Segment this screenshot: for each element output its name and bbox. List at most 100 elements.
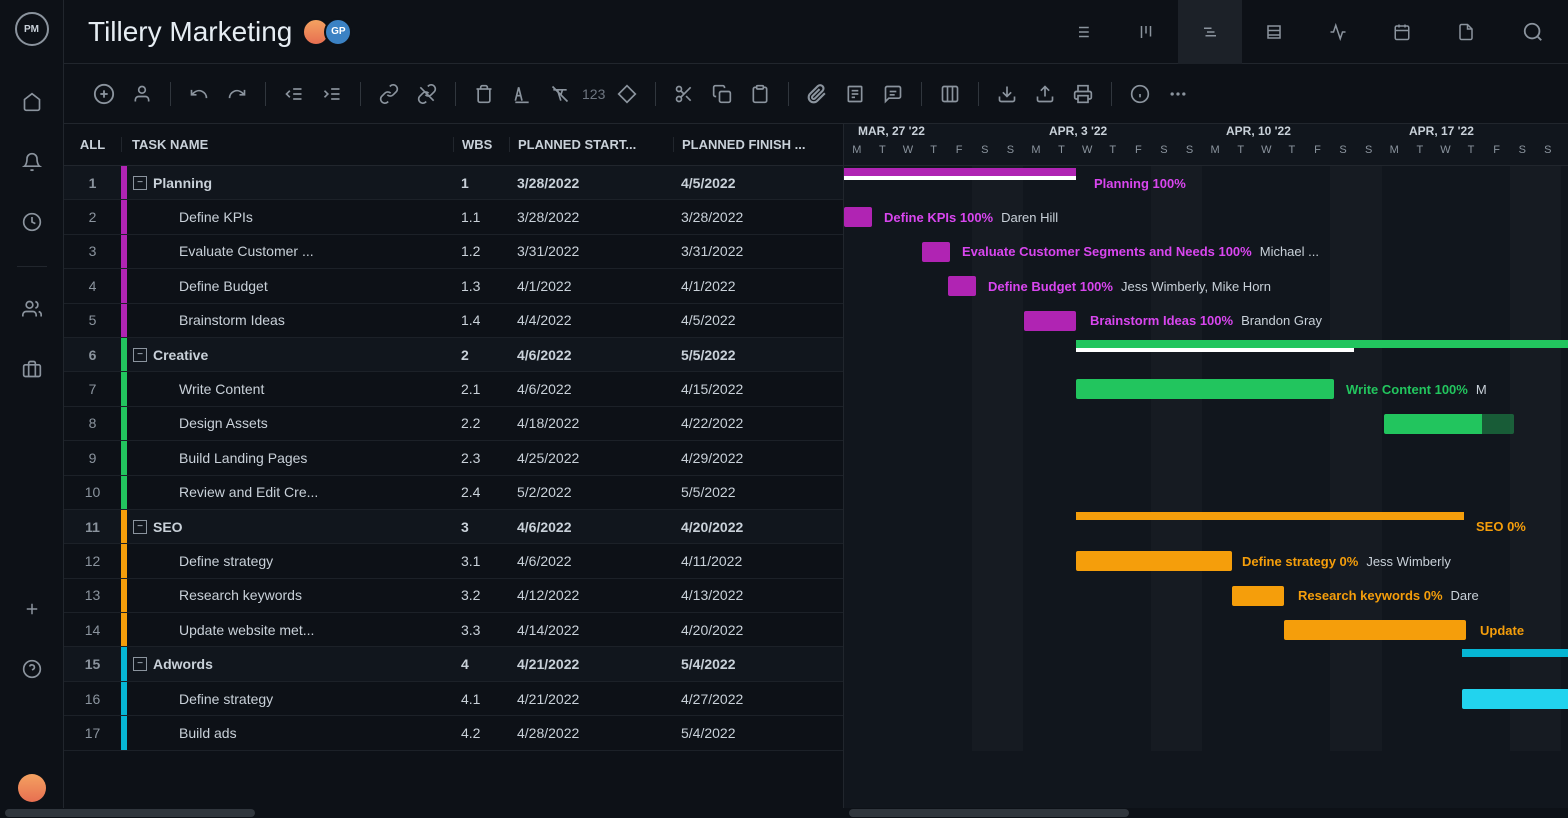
wbs-cell[interactable]: 4 <box>453 656 509 672</box>
sheet-view-tab[interactable] <box>1242 0 1306 64</box>
task-name-cell[interactable]: Brainstorm Ideas <box>127 312 453 328</box>
wbs-cell[interactable]: 3 <box>453 519 509 535</box>
wbs-cell[interactable]: 1.1 <box>453 209 509 225</box>
start-cell[interactable]: 4/1/2022 <box>509 278 673 294</box>
cut-button[interactable] <box>668 78 700 110</box>
redo-button[interactable] <box>221 78 253 110</box>
task-bar[interactable] <box>1024 311 1076 331</box>
comment-button[interactable] <box>877 78 909 110</box>
wbs-cell[interactable]: 2.3 <box>453 450 509 466</box>
add-icon[interactable] <box>12 589 52 629</box>
start-cell[interactable]: 4/4/2022 <box>509 312 673 328</box>
home-icon[interactable] <box>12 82 52 122</box>
export-button[interactable] <box>1029 78 1061 110</box>
file-view-tab[interactable] <box>1434 0 1498 64</box>
user-avatar[interactable] <box>18 774 46 802</box>
collapse-icon[interactable]: − <box>133 348 147 362</box>
assign-button[interactable] <box>126 78 158 110</box>
start-cell[interactable]: 4/21/2022 <box>509 656 673 672</box>
text-format-button[interactable] <box>506 78 538 110</box>
task-bar[interactable] <box>1076 551 1232 571</box>
gantt-row[interactable]: Brainstorm Ideas 100%Brandon Gray <box>844 304 1568 338</box>
indent-button[interactable] <box>316 78 348 110</box>
gantt-chart[interactable]: MTWTFSSMTWTFSSMTWTFSSMTWTFSS MAR, 27 '22… <box>844 124 1568 818</box>
list-view-tab[interactable] <box>1050 0 1114 64</box>
finish-cell[interactable]: 4/15/2022 <box>673 381 843 397</box>
gantt-row[interactable]: Define Budget 100%Jess Wimberly, Mike Ho… <box>844 269 1568 303</box>
link-button[interactable] <box>373 78 405 110</box>
calendar-view-tab[interactable] <box>1370 0 1434 64</box>
attachment-button[interactable] <box>801 78 833 110</box>
finish-cell[interactable]: 4/5/2022 <box>673 175 843 191</box>
notifications-icon[interactable] <box>12 142 52 182</box>
finish-cell[interactable]: 5/5/2022 <box>673 347 843 363</box>
task-row[interactable]: 10 Review and Edit Cre... 2.4 5/2/2022 5… <box>64 476 843 510</box>
start-cell[interactable]: 3/28/2022 <box>509 175 673 191</box>
delete-button[interactable] <box>468 78 500 110</box>
column-all[interactable]: ALL <box>64 137 121 152</box>
collapse-icon[interactable]: − <box>133 176 147 190</box>
import-button[interactable] <box>991 78 1023 110</box>
recent-icon[interactable] <box>12 202 52 242</box>
task-row[interactable]: 12 Define strategy 3.1 4/6/2022 4/11/202… <box>64 544 843 578</box>
start-cell[interactable]: 4/25/2022 <box>509 450 673 466</box>
start-cell[interactable]: 5/2/2022 <box>509 484 673 500</box>
start-cell[interactable]: 4/6/2022 <box>509 381 673 397</box>
gantt-row[interactable]: Define KPIs 100%Daren Hill <box>844 200 1568 234</box>
add-task-button[interactable] <box>88 78 120 110</box>
task-row[interactable]: 16 Define strategy 4.1 4/21/2022 4/27/20… <box>64 682 843 716</box>
task-row[interactable]: 2 Define KPIs 1.1 3/28/2022 3/28/2022 <box>64 200 843 234</box>
column-wbs[interactable]: WBS <box>453 137 509 152</box>
wbs-cell[interactable]: 1.3 <box>453 278 509 294</box>
gantt-row[interactable]: Update <box>844 613 1568 647</box>
wbs-cell[interactable]: 2.1 <box>453 381 509 397</box>
gantt-row[interactable]: SEO 0% <box>844 510 1568 544</box>
gantt-row[interactable] <box>844 682 1568 716</box>
task-bar[interactable] <box>1284 620 1466 640</box>
clear-format-button[interactable] <box>544 78 576 110</box>
task-name-cell[interactable]: Build ads <box>127 725 453 741</box>
start-cell[interactable]: 4/14/2022 <box>509 622 673 638</box>
briefcase-icon[interactable] <box>12 349 52 389</box>
finish-cell[interactable]: 4/5/2022 <box>673 312 843 328</box>
collapse-icon[interactable]: − <box>133 657 147 671</box>
task-name-cell[interactable]: Build Landing Pages <box>127 450 453 466</box>
task-name-cell[interactable]: − Adwords <box>127 656 453 672</box>
column-name[interactable]: TASK NAME <box>121 137 453 152</box>
notes-button[interactable] <box>839 78 871 110</box>
finish-cell[interactable]: 5/5/2022 <box>673 484 843 500</box>
copy-button[interactable] <box>706 78 738 110</box>
gantt-row[interactable]: Evaluate Customer Segments and Needs 100… <box>844 235 1568 269</box>
start-cell[interactable]: 4/6/2022 <box>509 553 673 569</box>
start-cell[interactable]: 4/12/2022 <box>509 587 673 603</box>
task-row[interactable]: 4 Define Budget 1.3 4/1/2022 4/1/2022 <box>64 269 843 303</box>
search-icon[interactable] <box>1522 21 1544 43</box>
finish-cell[interactable]: 4/1/2022 <box>673 278 843 294</box>
gantt-row[interactable] <box>844 647 1568 681</box>
wbs-cell[interactable]: 2 <box>453 347 509 363</box>
wbs-cell[interactable]: 3.3 <box>453 622 509 638</box>
wbs-cell[interactable]: 1 <box>453 175 509 191</box>
project-members[interactable]: GP <box>308 18 352 46</box>
gantt-row[interactable]: Define strategy 0%Jess Wimberly <box>844 544 1568 578</box>
task-row[interactable]: 11 − SEO 3 4/6/2022 4/20/2022 <box>64 510 843 544</box>
task-name-cell[interactable]: Define KPIs <box>127 209 453 225</box>
finish-cell[interactable]: 5/4/2022 <box>673 725 843 741</box>
task-row[interactable]: 17 Build ads 4.2 4/28/2022 5/4/2022 <box>64 716 843 750</box>
task-row[interactable]: 15 − Adwords 4 4/21/2022 5/4/2022 <box>64 647 843 681</box>
task-bar[interactable] <box>1384 414 1514 434</box>
wbs-cell[interactable]: 1.4 <box>453 312 509 328</box>
milestone-button[interactable] <box>611 78 643 110</box>
column-finish[interactable]: PLANNED FINISH ... <box>673 137 843 152</box>
task-row[interactable]: 6 − Creative 2 4/6/2022 5/5/2022 <box>64 338 843 372</box>
gantt-row[interactable] <box>844 407 1568 441</box>
team-icon[interactable] <box>12 289 52 329</box>
gantt-row[interactable] <box>844 716 1568 750</box>
wbs-cell[interactable]: 4.2 <box>453 725 509 741</box>
wbs-cell[interactable]: 2.2 <box>453 415 509 431</box>
gantt-row[interactable]: Planning 100% <box>844 166 1568 200</box>
columns-button[interactable] <box>934 78 966 110</box>
finish-cell[interactable]: 5/4/2022 <box>673 656 843 672</box>
horizontal-scrollbar[interactable] <box>64 808 844 818</box>
outdent-button[interactable] <box>278 78 310 110</box>
